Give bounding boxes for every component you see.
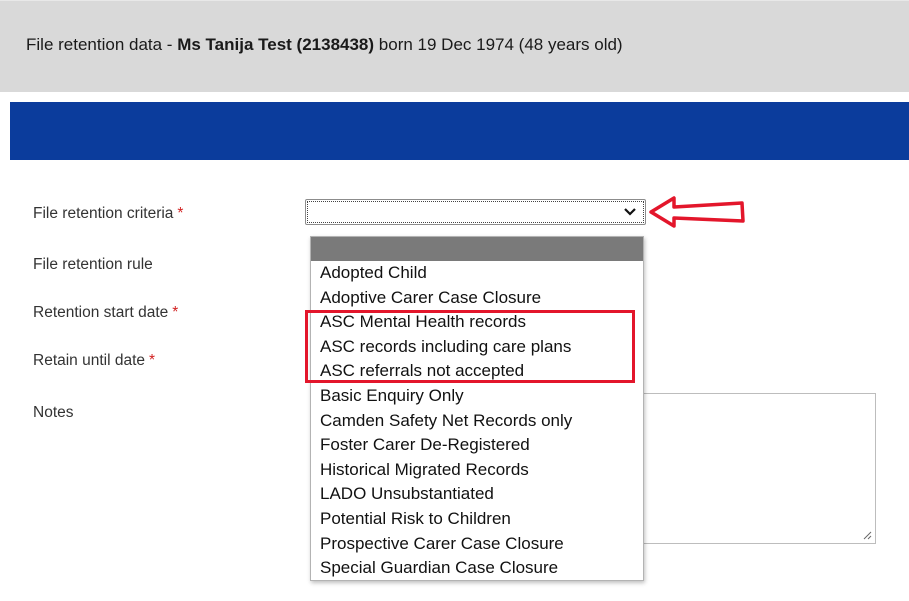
chevron-down-icon bbox=[624, 208, 636, 216]
rule-label: File retention rule bbox=[33, 256, 153, 273]
panel-header-band bbox=[10, 102, 909, 160]
page-title: File retention data - Ms Tanija Test (21… bbox=[26, 35, 623, 55]
required-marker: * bbox=[149, 352, 156, 369]
criteria-select[interactable] bbox=[305, 199, 646, 225]
dropdown-option[interactable]: Special Guardian Case Closure bbox=[311, 556, 643, 581]
dropdown-option[interactable]: Potential Risk to Children bbox=[311, 507, 643, 532]
until-date-label: Retain until date * bbox=[33, 352, 156, 369]
criteria-dropdown-list[interactable]: Adopted Child Adoptive Carer Case Closur… bbox=[310, 236, 644, 581]
page-header: File retention data - Ms Tanija Test (21… bbox=[0, 0, 909, 92]
title-prefix: File retention data - bbox=[26, 35, 178, 54]
dropdown-option[interactable]: Basic Enquiry Only bbox=[311, 384, 643, 409]
resize-grip-icon[interactable] bbox=[862, 530, 872, 540]
title-suffix: born 19 Dec 1974 (48 years old) bbox=[374, 35, 623, 54]
dropdown-option[interactable]: Historical Migrated Records bbox=[311, 458, 643, 483]
criteria-label: File retention criteria * bbox=[33, 205, 184, 222]
dropdown-option[interactable]: Prospective Carer Case Closure bbox=[311, 532, 643, 557]
dropdown-option-blank[interactable] bbox=[311, 237, 643, 261]
dropdown-option[interactable]: Adopted Child bbox=[311, 261, 643, 286]
dropdown-option[interactable]: Camden Safety Net Records only bbox=[311, 409, 643, 434]
required-marker: * bbox=[172, 304, 179, 321]
dropdown-option[interactable]: Adoptive Carer Case Closure bbox=[311, 286, 643, 311]
dropdown-option[interactable]: Foster Carer De-Registered bbox=[311, 433, 643, 458]
arrow-left-icon bbox=[649, 196, 745, 228]
notes-label: Notes bbox=[33, 404, 74, 421]
client-name: Ms Tanija Test (2138438) bbox=[177, 35, 375, 54]
annotation-highlight-box bbox=[305, 310, 635, 383]
required-marker: * bbox=[177, 205, 184, 222]
start-date-label: Retention start date * bbox=[33, 304, 179, 321]
dropdown-option[interactable]: LADO Unsubstantiated bbox=[311, 482, 643, 507]
